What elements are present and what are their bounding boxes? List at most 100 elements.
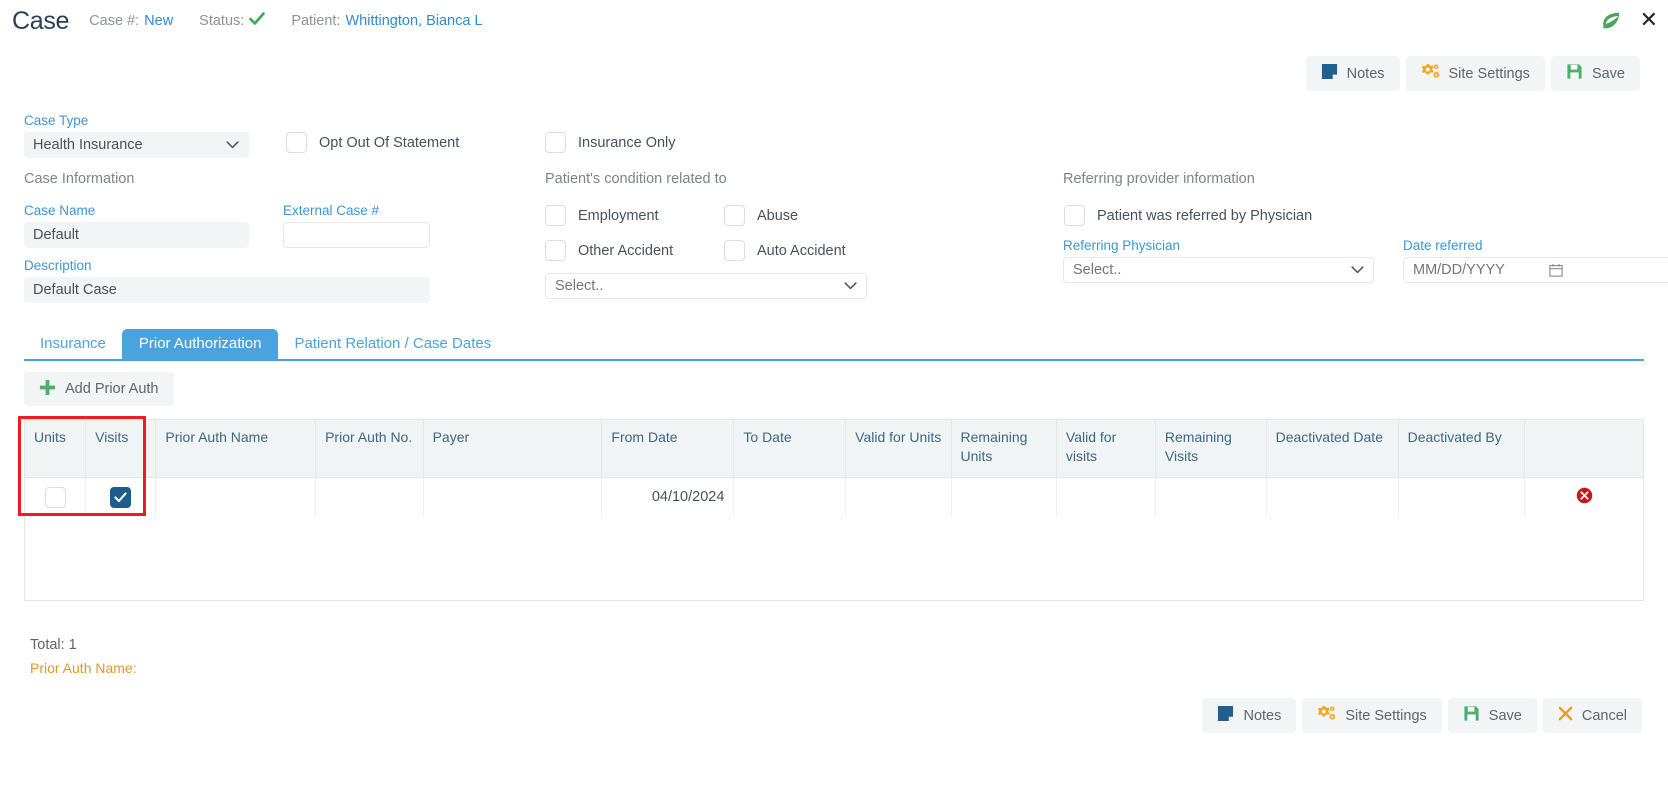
top-toolbar: Notes Site Settings Save (1305, 56, 1640, 91)
tab-insurance[interactable]: Insurance (24, 329, 122, 361)
notes-button[interactable]: Notes (1305, 56, 1400, 91)
case-type-label: Case Type (24, 113, 89, 128)
condition-section-label: Patient's condition related to (545, 171, 727, 187)
cell-units (25, 476, 87, 517)
opt-out-checkbox-row: Opt Out Of Statement (286, 132, 459, 153)
total-count-label: Total: 1 (30, 637, 77, 653)
patient-name-link[interactable]: Whittington, Bianca L (345, 13, 482, 29)
col-deactivated-by[interactable]: Deactivated By (1398, 420, 1526, 477)
delete-icon[interactable] (1576, 487, 1593, 504)
save-button-bottom-label: Save (1488, 707, 1522, 724)
date-referred-field[interactable] (1403, 257, 1668, 283)
cell-to-date[interactable] (733, 476, 847, 517)
col-units[interactable]: Units (25, 420, 87, 477)
referring-physician-group: Referring Physician (1063, 238, 1374, 283)
add-prior-auth-button[interactable]: Add Prior Auth (24, 372, 174, 406)
row-units-checkbox[interactable] (44, 486, 66, 508)
referred-by-physician-checkbox[interactable] (1064, 205, 1085, 226)
auto-accident-checkbox-row: Auto Accident (724, 240, 846, 261)
cell-prior-auth-name[interactable] (155, 476, 317, 517)
case-number-value[interactable]: New (144, 13, 173, 29)
abuse-checkbox-row: Abuse (724, 205, 798, 226)
condition-state-select[interactable] (545, 273, 867, 299)
cancel-button-label: Cancel (1581, 707, 1627, 724)
description-label: Description (24, 258, 92, 273)
cell-prior-auth-no[interactable] (315, 476, 424, 517)
status-group: Status: (199, 11, 266, 31)
referring-physician-select-value[interactable] (1063, 257, 1374, 283)
insurance-only-checkbox[interactable] (545, 132, 566, 153)
opt-out-label: Opt Out Of Statement (319, 134, 460, 151)
check-icon (249, 11, 266, 31)
cell-from-date[interactable]: 04/10/2024 (601, 476, 735, 517)
col-remaining-visits[interactable]: Remaining Visits (1155, 420, 1267, 477)
notes-button-bottom[interactable]: Notes (1202, 698, 1297, 733)
abuse-checkbox[interactable] (724, 205, 745, 226)
cell-deactivated-date[interactable] (1266, 476, 1399, 517)
tab-patient-relation-case-dates[interactable]: Patient Relation / Case Dates (278, 329, 508, 361)
col-from-date[interactable]: From Date (601, 420, 735, 477)
close-icon[interactable]: ✕ (1640, 10, 1658, 32)
note-icon (1321, 63, 1338, 84)
save-button-bottom[interactable]: Save (1447, 698, 1537, 733)
case-information-label: Case Information (24, 171, 135, 187)
cell-valid-for-visits[interactable] (1056, 476, 1156, 517)
col-valid-for-units[interactable]: Valid for Units (845, 420, 952, 477)
case-name-input[interactable] (24, 222, 249, 248)
col-visits[interactable]: Visits (85, 420, 157, 477)
description-group: Description (24, 258, 430, 303)
save-button-top[interactable]: Save (1550, 56, 1640, 91)
notes-button-label: Notes (1346, 65, 1385, 82)
cell-deactivated-by[interactable] (1398, 476, 1526, 517)
col-actions (1524, 420, 1643, 477)
cancel-button[interactable]: Cancel (1542, 698, 1642, 733)
cell-valid-for-units[interactable] (845, 476, 952, 517)
cancel-icon (1558, 706, 1573, 725)
site-settings-button-label: Site Settings (1448, 65, 1530, 82)
cell-remaining-units[interactable] (951, 476, 1057, 517)
col-to-date[interactable]: To Date (733, 420, 847, 477)
date-referred-label: Date referred (1403, 238, 1483, 253)
add-prior-auth-button-label: Add Prior Auth (65, 381, 159, 397)
site-settings-button-bottom[interactable]: Site Settings (1302, 698, 1442, 733)
external-case-group: External Case # (283, 203, 430, 248)
leaf-icon[interactable] (1600, 10, 1622, 32)
condition-state-select-value[interactable] (545, 273, 867, 299)
cell-remaining-visits[interactable] (1155, 476, 1267, 517)
save-icon (1463, 705, 1480, 726)
check-icon (114, 492, 127, 502)
bottom-toolbar: Notes Site Settings Save Cancel (1202, 698, 1642, 733)
employment-checkbox[interactable] (545, 205, 566, 226)
table-header-row: Units Visits Prior Auth Name Prior Auth … (25, 420, 1643, 477)
tab-prior-authorization[interactable]: Prior Authorization (121, 329, 279, 361)
gear-icon (1421, 63, 1440, 84)
case-type-select-value[interactable] (24, 132, 249, 158)
table-row: 04/10/2024 (25, 476, 1643, 517)
referred-by-physician-checkbox-row: Patient was referred by Physician (1064, 205, 1312, 226)
row-visits-checkbox[interactable] (110, 486, 132, 508)
cell-payer[interactable] (423, 476, 603, 517)
description-input[interactable] (24, 277, 430, 303)
save-icon (1566, 63, 1583, 84)
auto-accident-checkbox[interactable] (724, 240, 745, 261)
col-deactivated-date[interactable]: Deactivated Date (1266, 420, 1399, 477)
case-type-select[interactable] (24, 132, 249, 158)
col-payer[interactable]: Payer (423, 420, 603, 477)
referred-by-physician-label: Patient was referred by Physician (1097, 207, 1313, 224)
save-button-top-label: Save (1591, 65, 1625, 82)
other-accident-checkbox[interactable] (545, 240, 566, 261)
col-prior-auth-no[interactable]: Prior Auth No. (315, 420, 424, 477)
date-referred-input[interactable] (1403, 257, 1668, 283)
referring-physician-select[interactable] (1063, 257, 1374, 283)
col-prior-auth-name[interactable]: Prior Auth Name (155, 420, 317, 477)
other-accident-label: Other Accident (578, 242, 674, 259)
tab-bar-filler (507, 330, 1644, 361)
cell-visits (85, 476, 157, 517)
notes-button-bottom-label: Notes (1243, 707, 1282, 724)
opt-out-checkbox[interactable] (286, 132, 307, 153)
site-settings-button[interactable]: Site Settings (1405, 56, 1545, 91)
col-remaining-units[interactable]: Remaining Units (951, 420, 1057, 477)
external-case-input[interactable] (283, 222, 430, 248)
referring-physician-label: Referring Physician (1063, 238, 1181, 253)
col-valid-for-visits[interactable]: Valid for visits (1056, 420, 1156, 477)
